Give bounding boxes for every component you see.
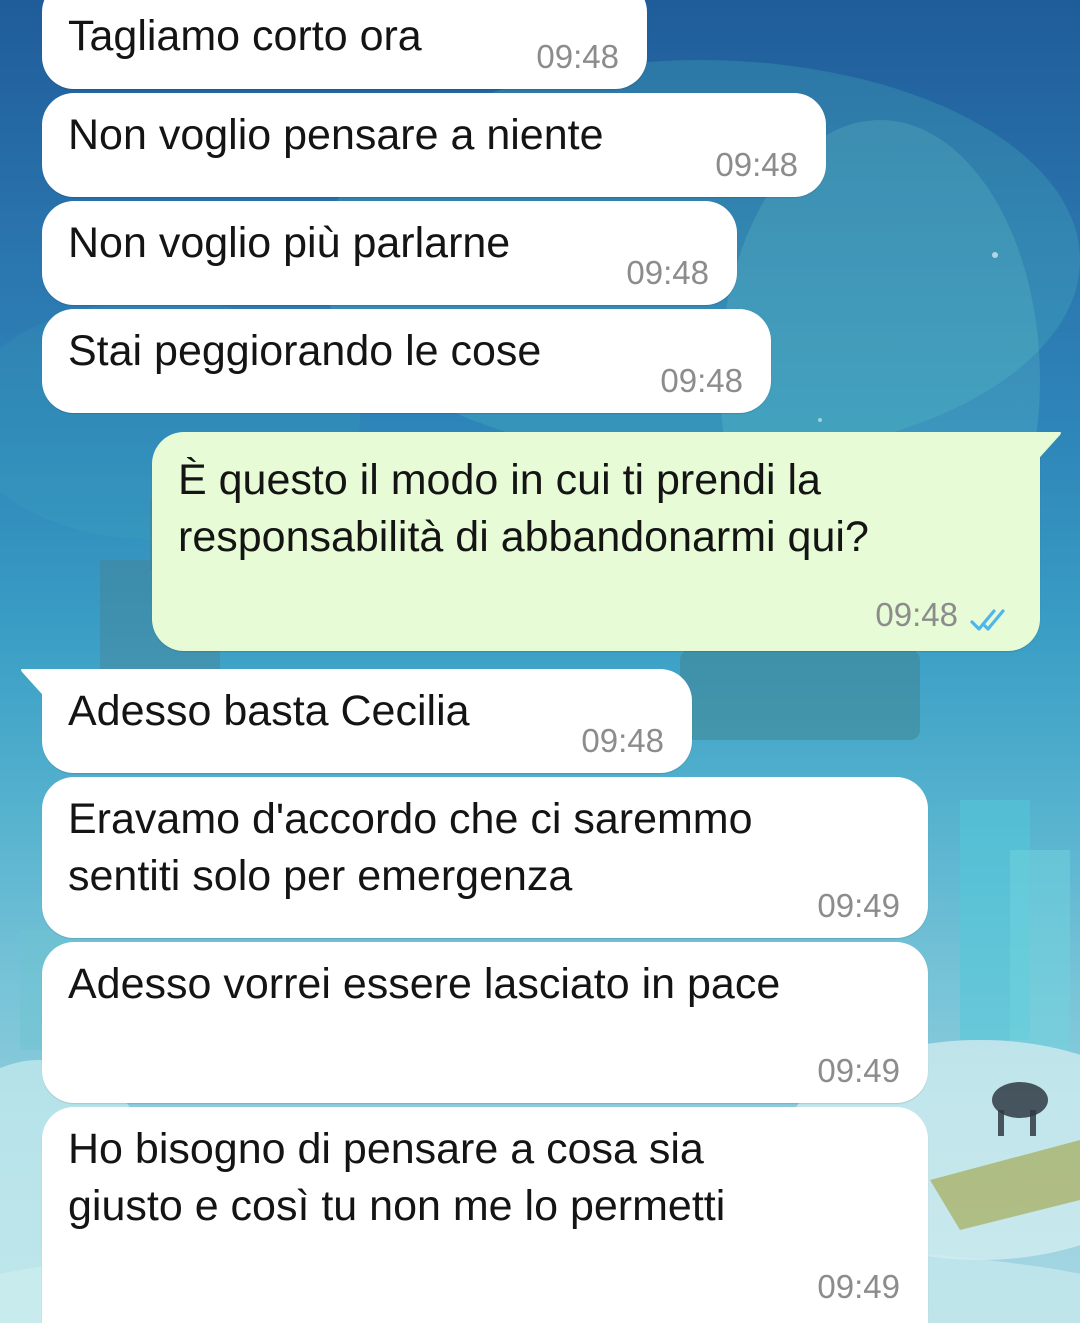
double-check-read-icon (970, 609, 1005, 631)
message-timestamp: 09:48 (536, 38, 619, 75)
message-text: Tagliamo corto ora (68, 12, 422, 60)
message-text: Non voglio più parlarne (68, 219, 511, 267)
message-timestamp: 09:48 (660, 362, 743, 399)
message-timestamp: 09:48 (875, 596, 958, 633)
message-bubble-incoming[interactable]: Adesso vorrei essere lasciato in pace 09… (42, 942, 928, 1103)
message-timestamp: 09:48 (715, 146, 798, 183)
message-bubble-incoming[interactable]: Adesso basta Cecilia 09:48 (21, 669, 692, 773)
message-text: Adesso vorrei essere lasciato in pace (68, 960, 781, 1008)
message-bubble-incoming[interactable]: Tagliamo corto ora 09:48 (42, 0, 647, 89)
message-timestamp: 09:49 (817, 887, 900, 924)
message-bubble-incoming[interactable]: Stai peggiorando le cose 09:48 (42, 309, 771, 413)
message-text: Stai peggiorando le cose (68, 327, 542, 375)
incoming-bubble-tail (21, 669, 50, 703)
message-text: Non voglio pensare a niente (68, 111, 604, 159)
message-bubble-incoming[interactable]: Non voglio pensare a niente 09:48 (42, 93, 826, 197)
message-bubble-outgoing[interactable]: È questo il modo in cui ti prendi la res… (152, 432, 1061, 651)
message-text: È questo il modo in cui ti prendi la res… (178, 456, 869, 561)
message-text: Eravamo d'accordo che ci saremmo sentiti… (68, 795, 753, 900)
message-bubble-incoming[interactable]: Non voglio più parlarne 09:48 (42, 201, 737, 305)
message-timestamp: 09:49 (817, 1052, 900, 1089)
message-timestamp: 09:48 (581, 722, 664, 759)
message-text: Adesso basta Cecilia (68, 687, 470, 735)
message-bubble-incoming[interactable]: Ho bisogno di pensare a cosa sia giusto … (42, 1107, 928, 1323)
message-text: Ho bisogno di pensare a cosa sia giusto … (68, 1125, 726, 1230)
outgoing-bubble-tail (1032, 432, 1061, 466)
message-timestamp: 09:48 (626, 254, 709, 291)
message-timestamp: 09:49 (817, 1268, 900, 1305)
message-bubble-incoming[interactable]: Eravamo d'accordo che ci saremmo sentiti… (42, 777, 928, 938)
